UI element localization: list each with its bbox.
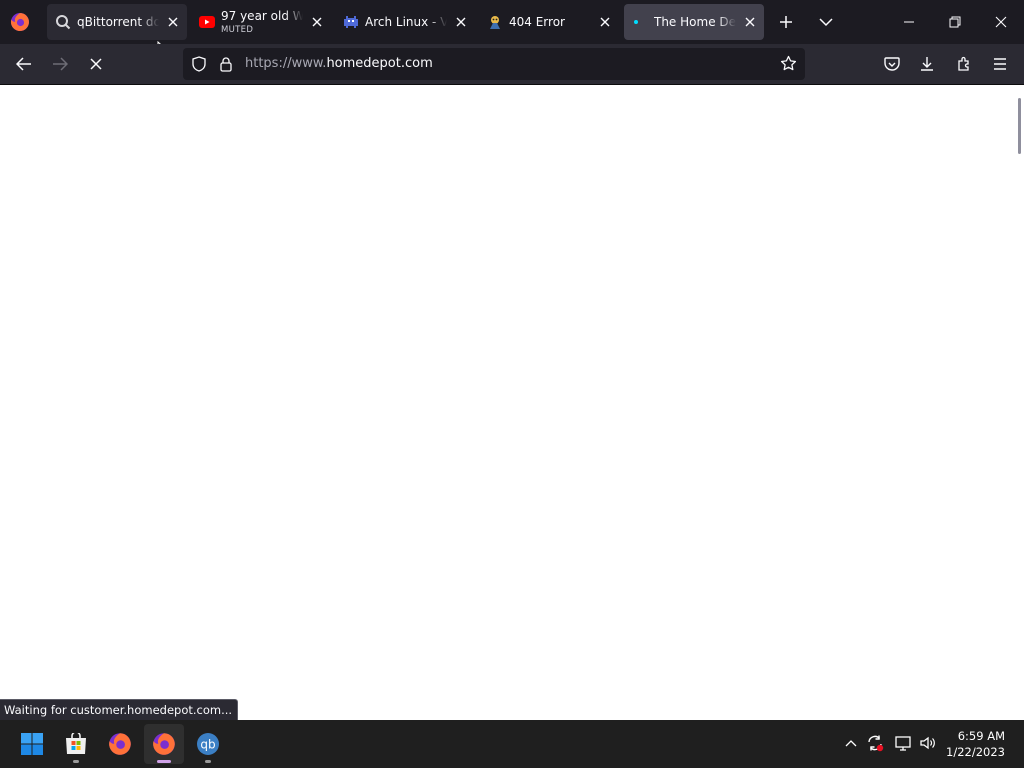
plus-icon: [780, 16, 792, 28]
microsoft-store-icon: [66, 733, 86, 754]
arrow-right-icon: [53, 57, 68, 71]
show-hidden-icons-button[interactable]: [840, 732, 862, 754]
restore-icon: [949, 16, 961, 28]
close-tab-icon[interactable]: [309, 14, 325, 30]
sync-alert-icon: [868, 735, 884, 752]
tab-home-depot[interactable]: The Home Depot: [624, 4, 764, 40]
tab-404-error[interactable]: 404 Error: [479, 4, 619, 40]
sync-status-button[interactable]: [864, 732, 886, 754]
minimize-icon: [904, 21, 914, 23]
status-panel: Waiting for customer.homedepot.com...: [0, 699, 239, 720]
speaker-icon: [920, 736, 935, 750]
url-host: homedepot.com: [326, 56, 433, 71]
tab-strip: qBittorrent download 97 year old WW2 vet…: [0, 0, 1024, 60]
svg-text:qb: qb: [200, 738, 215, 752]
start-button[interactable]: [12, 724, 52, 764]
clock-time: 6:59 AM: [957, 729, 1005, 743]
back-button[interactable]: [10, 50, 38, 78]
navigation-toolbar: https://www.homedepot.com: [0, 44, 1024, 85]
chevron-down-icon: [819, 18, 833, 27]
running-indicator: [205, 760, 211, 763]
close-icon: [995, 16, 1007, 28]
tab-title: qBittorrent download: [77, 15, 159, 29]
network-button[interactable]: [892, 732, 914, 754]
error-mascot-icon: [487, 14, 503, 30]
taskbar-firefox[interactable]: [100, 724, 140, 764]
vertical-scrollbar[interactable]: [1018, 98, 1021, 154]
chevron-up-icon: [845, 740, 857, 747]
tracking-protection-shield-icon[interactable]: [191, 56, 207, 76]
forward-button[interactable]: [46, 50, 74, 78]
close-tab-icon[interactable]: [453, 14, 469, 30]
close-tab-icon[interactable]: [165, 14, 181, 30]
download-icon: [921, 57, 933, 71]
stop-x-icon: [90, 58, 102, 70]
minimize-button[interactable]: [895, 8, 923, 36]
bookmark-star-icon[interactable]: [780, 55, 797, 76]
windows-logo-icon: [21, 733, 43, 755]
qbittorrent-search-icon: [55, 14, 71, 30]
close-window-button[interactable]: [987, 8, 1015, 36]
network-monitor-icon: [895, 736, 911, 751]
new-tab-button[interactable]: [772, 8, 800, 36]
taskbar-qbittorrent[interactable]: qb: [188, 724, 228, 764]
puzzle-icon: [958, 56, 969, 71]
windows-taskbar: qb 6:59 AM 1/22/2023: [0, 720, 1024, 768]
pocket-button[interactable]: [878, 50, 906, 78]
running-indicator: [73, 760, 79, 763]
tab-youtube[interactable]: 97 year old WW2 veteran MUTED: [191, 4, 331, 40]
restore-button[interactable]: [941, 8, 969, 36]
url-text[interactable]: https://www.homedepot.com: [245, 56, 433, 71]
firefox-icon: [153, 733, 175, 755]
taskbar-firefox-active[interactable]: [144, 724, 184, 764]
stop-loading-button[interactable]: [82, 50, 110, 78]
firefox-view-button[interactable]: [8, 9, 32, 35]
tab-title: 404 Error: [509, 15, 565, 29]
tab-muted-label: MUTED: [221, 25, 254, 35]
tab-title: The Home Depot: [654, 15, 736, 29]
url-scheme: https://www.: [245, 56, 327, 71]
volume-button[interactable]: [917, 732, 939, 754]
page-content[interactable]: [0, 85, 1024, 720]
youtube-icon: [199, 14, 215, 30]
tab-title: Arch Linux - VirtualBox: [365, 15, 447, 29]
running-indicator: [157, 760, 171, 763]
firefox-logo-icon: [10, 13, 29, 31]
tab-qbittorrent[interactable]: qBittorrent download: [47, 4, 187, 40]
app-menu-button[interactable]: [986, 50, 1014, 78]
pocket-icon: [884, 56, 900, 71]
firefox-icon: [109, 733, 131, 755]
downloads-button[interactable]: [913, 50, 941, 78]
close-tab-icon[interactable]: [597, 14, 613, 30]
lock-icon[interactable]: [219, 56, 233, 76]
close-tab-icon[interactable]: [742, 14, 758, 30]
taskbar-clock[interactable]: 6:59 AM 1/22/2023: [946, 728, 1005, 760]
qbittorrent-icon: qb: [197, 733, 219, 755]
loading-dot-icon: [632, 14, 648, 30]
arch-space-invader-icon: [343, 14, 359, 30]
tab-arch-linux[interactable]: Arch Linux - VirtualBox: [335, 4, 475, 40]
address-bar[interactable]: https://www.homedepot.com: [183, 48, 805, 80]
list-all-tabs-button[interactable]: [812, 8, 840, 36]
clock-date: 1/22/2023: [946, 745, 1005, 759]
taskbar-microsoft-store[interactable]: [56, 724, 96, 764]
arrow-left-icon: [16, 57, 31, 71]
extensions-button[interactable]: [950, 50, 978, 78]
tab-title: 97 year old WW2 veteran: [221, 9, 303, 23]
hamburger-menu-icon: [994, 58, 1006, 70]
